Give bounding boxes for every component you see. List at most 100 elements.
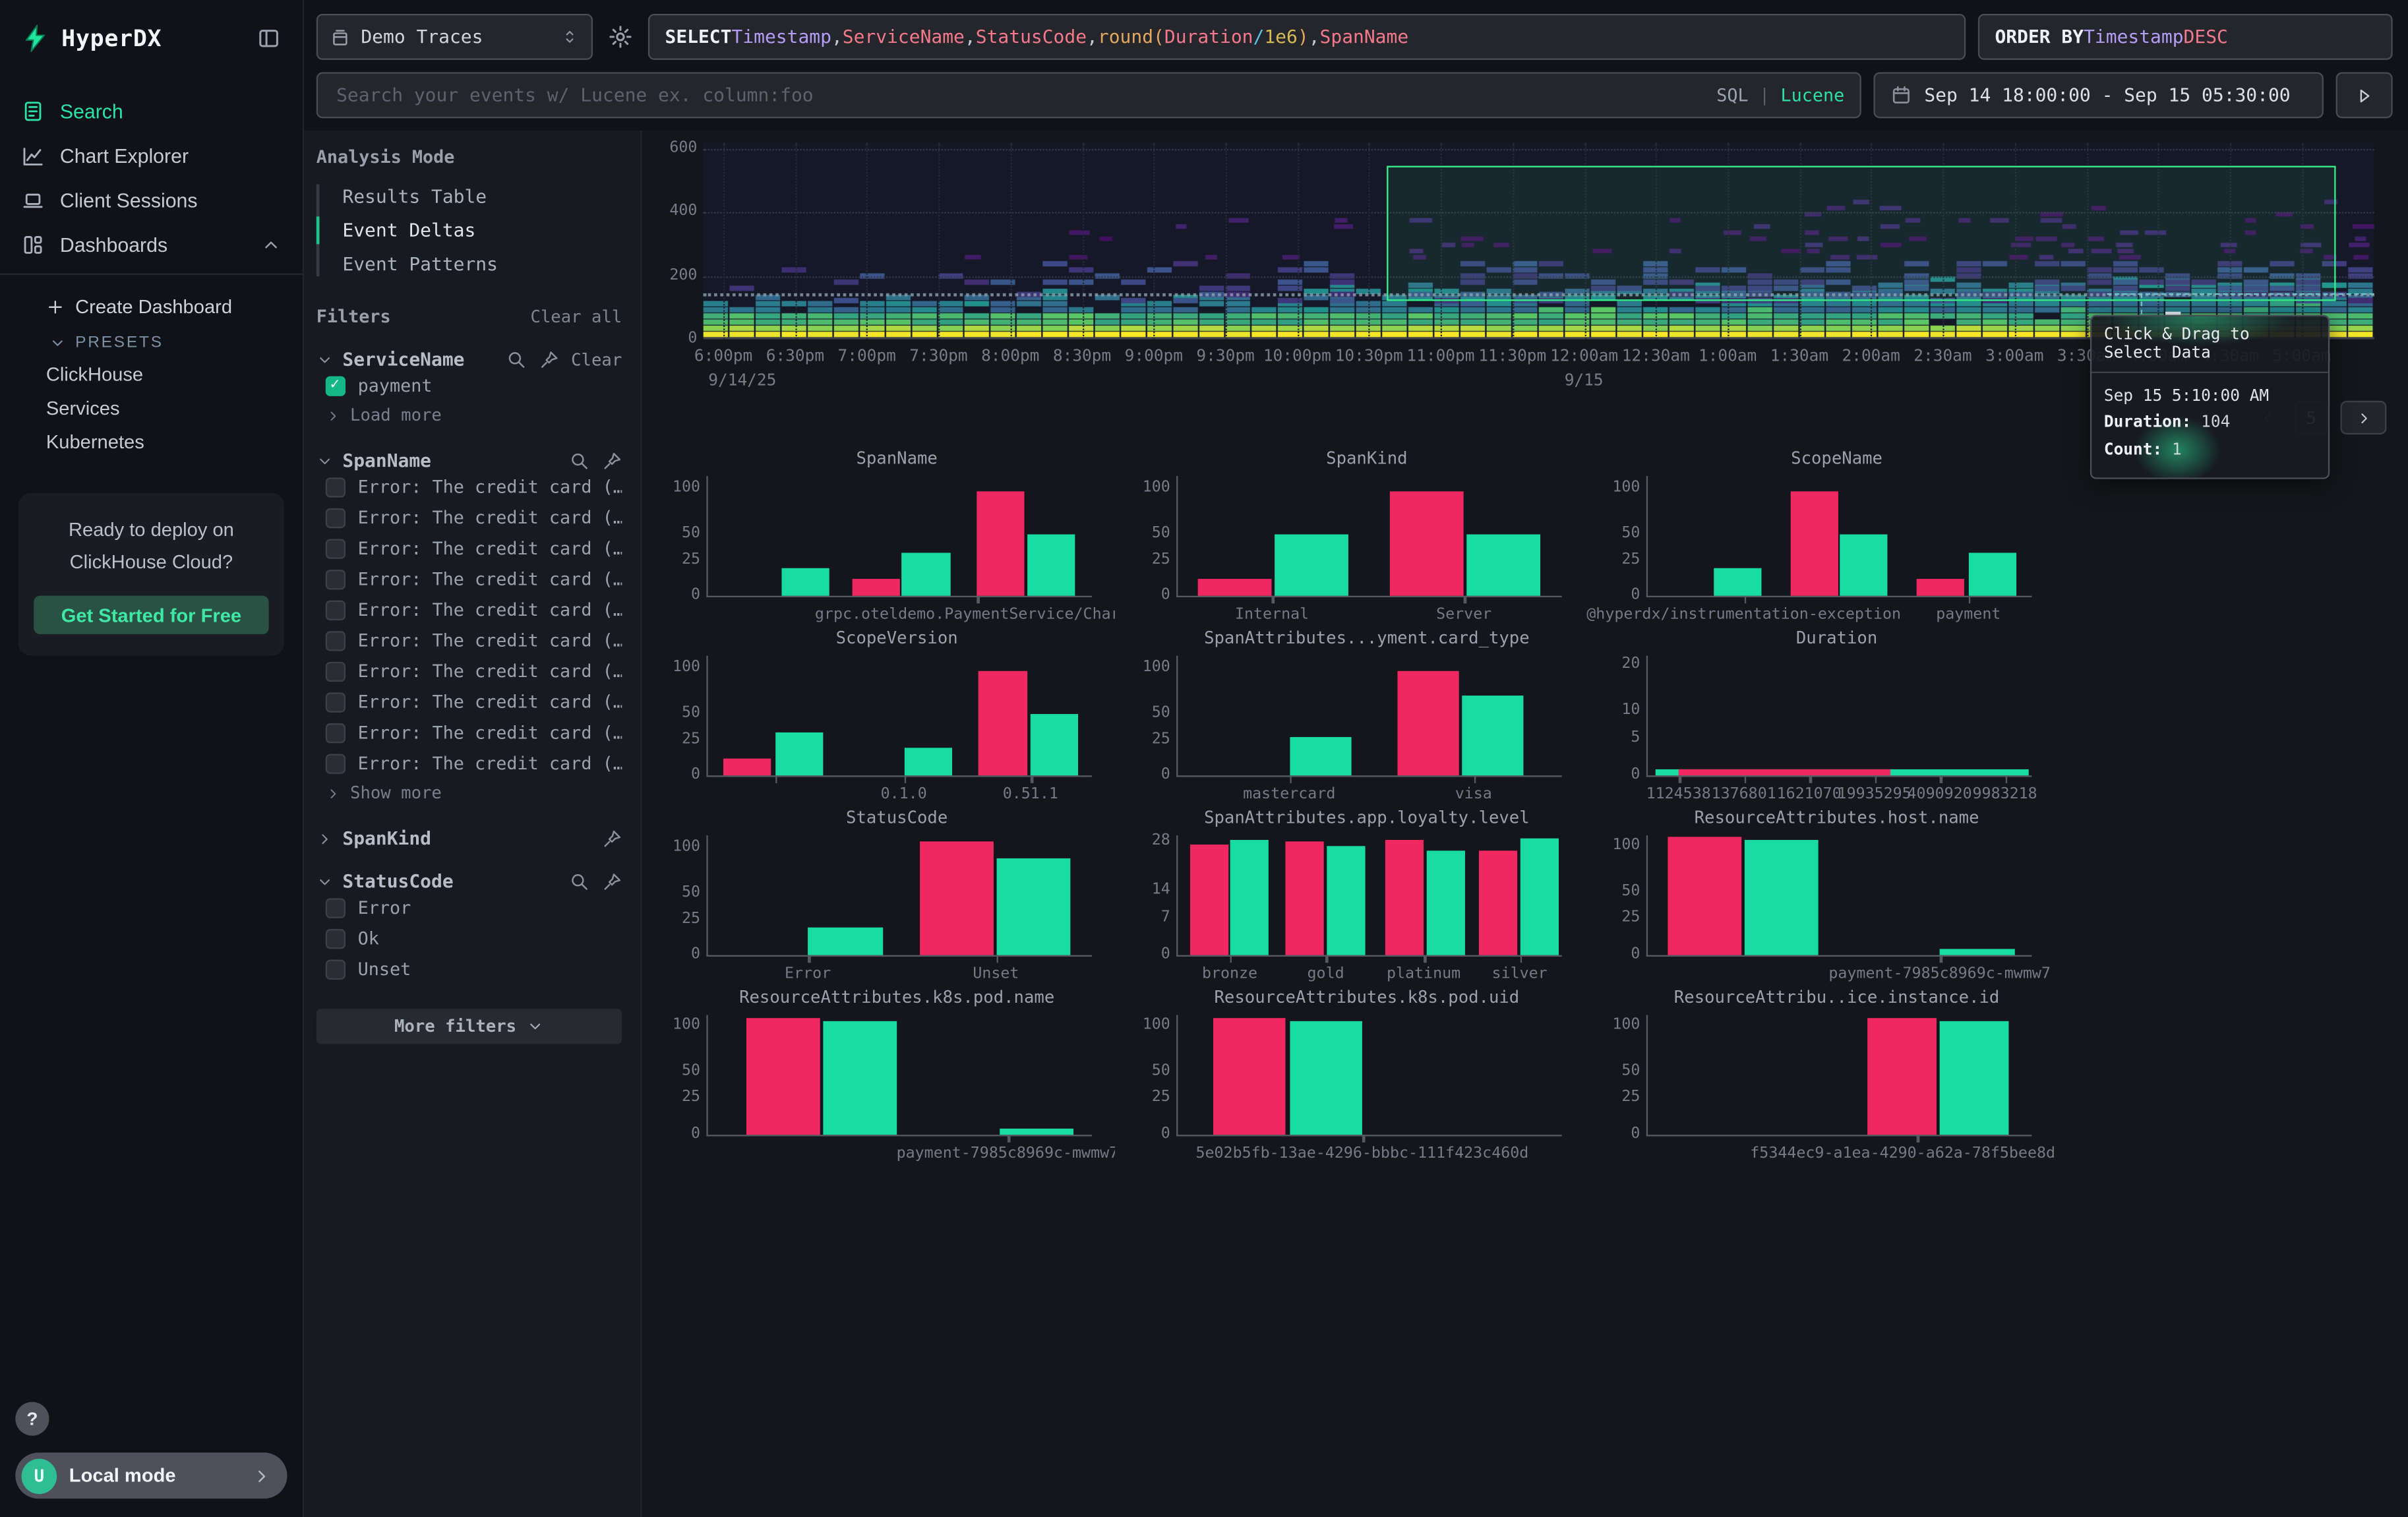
search-input[interactable] — [333, 83, 1704, 107]
search-icon[interactable] — [506, 349, 526, 369]
gear-icon[interactable] — [608, 24, 632, 49]
filter-option-error-the-credit-card-[interactable]: Error: The credit card (… — [316, 717, 622, 748]
filter-option-error[interactable]: Error — [316, 892, 622, 923]
time-range-picker[interactable]: Sep 14 18:00:00 - Sep 15 05:30:00 — [1873, 72, 2323, 118]
load-more-button[interactable]: Load more — [316, 401, 622, 429]
select-query-input[interactable]: SELECT Timestamp, ServiceName, StatusCod… — [648, 14, 1966, 60]
checkbox[interactable] — [326, 928, 346, 948]
x-axis-tick — [1008, 1135, 1009, 1143]
filter-option-error-the-credit-card-[interactable]: Error: The credit card (… — [316, 502, 622, 533]
checkbox[interactable] — [326, 630, 346, 650]
source-select[interactable]: Demo Traces — [316, 14, 593, 60]
filter-option-error-the-credit-card-[interactable]: Error: The credit card (… — [316, 533, 622, 564]
y-axis-label: 0 — [651, 946, 701, 963]
chevron-down-icon[interactable] — [316, 351, 334, 368]
chart-plot[interactable]: mastercardvisa — [1176, 656, 1562, 777]
filter-option-label: Unset — [358, 958, 411, 980]
filter-option-payment[interactable]: payment — [316, 370, 622, 401]
filter-option-error-the-credit-card-[interactable]: Error: The credit card (… — [316, 594, 622, 625]
chart-plot[interactable]: 0.1.00.51.1 — [706, 656, 1092, 777]
chart-plot[interactable]: payment-7985c8969c-mwmw7 — [1646, 835, 2032, 957]
run-query-button[interactable] — [2336, 72, 2393, 118]
sidebar-item-chart-explorer[interactable]: Chart Explorer — [0, 134, 303, 179]
chart-plot[interactable]: ErrorUnset — [706, 835, 1092, 957]
y-axis-label: 28 — [1121, 833, 1170, 850]
checkbox[interactable] — [326, 508, 346, 527]
help-button[interactable]: ? — [15, 1402, 49, 1435]
x-axis-label: gold — [1308, 966, 1344, 983]
filter-option-error-the-credit-card-[interactable]: Error: The credit card (… — [316, 748, 622, 779]
preset-item-clickhouse[interactable]: ClickHouse — [0, 358, 303, 392]
duration-heatmap[interactable] — [704, 143, 2374, 340]
clear-all-button[interactable]: Clear all — [530, 307, 622, 326]
checkbox[interactable] — [326, 375, 346, 395]
filter-group-name[interactable]: StatusCode — [342, 871, 453, 893]
lucene-mode-button[interactable]: Lucene — [1780, 84, 1844, 106]
filter-option-error-the-credit-card-[interactable]: Error: The credit card (… — [316, 625, 622, 656]
search-icon[interactable] — [570, 872, 589, 891]
filter-option-ok[interactable]: Ok — [316, 923, 622, 954]
get-started-button[interactable]: Get Started for Free — [34, 596, 268, 634]
filter-option-unset[interactable]: Unset — [316, 953, 622, 984]
chart-plot[interactable]: bronzegoldplatinumsilver — [1176, 835, 1562, 957]
x-axis-label: @hyperdx/instrumentation-exception — [1586, 607, 1901, 624]
time-selection-box[interactable] — [1387, 167, 2335, 301]
checkbox[interactable] — [326, 723, 346, 742]
chart-plot[interactable]: grpc.oteldemo.PaymentService/Charge — [706, 476, 1092, 597]
checkbox[interactable] — [326, 692, 346, 711]
chart-title: SpanAttributes.app.loyalty.level — [1173, 808, 1560, 827]
filter-option-error-the-credit-card-[interactable]: Error: The credit card (… — [316, 564, 622, 595]
heatmap-x-label: 8:00pm — [981, 347, 1039, 365]
chevron-right-icon[interactable] — [316, 830, 334, 847]
chart-plot[interactable]: 1124538137680116210701993529540909209983… — [1646, 656, 2032, 777]
sidebar-item-search[interactable]: Search — [0, 89, 303, 134]
analysis-mode-event-deltas[interactable]: Event Deltas — [316, 214, 622, 247]
chart-plot[interactable]: @hyperdx/instrumentation-exceptionpaymen… — [1646, 476, 2032, 597]
user-menu[interactable]: U Local mode — [15, 1452, 287, 1499]
chart-plot[interactable]: f5344ec9-a1ea-4290-a62a-78f5bee8d90b — [1646, 1015, 2032, 1137]
sidebar-item-dashboards[interactable]: Dashboards — [0, 223, 303, 268]
pin-icon[interactable] — [602, 872, 622, 891]
checkbox[interactable] — [326, 897, 346, 917]
chart-plot[interactable]: InternalServer — [1176, 476, 1562, 597]
analysis-mode-results-table[interactable]: Results Table — [316, 180, 622, 214]
red-bar — [977, 491, 1025, 596]
filter-group-name[interactable]: ServiceName — [342, 349, 464, 371]
checkbox[interactable] — [326, 538, 346, 558]
pin-icon[interactable] — [602, 829, 622, 848]
chevron-down-icon[interactable] — [316, 873, 334, 890]
chevron-down-icon[interactable] — [316, 452, 334, 469]
checkbox[interactable] — [326, 661, 346, 681]
analysis-mode-event-patterns[interactable]: Event Patterns — [316, 247, 622, 281]
checkbox[interactable] — [326, 477, 346, 496]
search-icon[interactable] — [570, 451, 589, 471]
y-axis-label: 50 — [651, 1063, 701, 1080]
checkbox[interactable] — [326, 753, 346, 773]
chart-plot[interactable]: payment-7985c8969c-mwmw7 — [706, 1015, 1092, 1137]
show-more-button[interactable]: Show more — [316, 779, 622, 806]
checkbox[interactable] — [326, 600, 346, 620]
order-by-input[interactable]: ORDER BY Timestamp DESC — [1978, 14, 2393, 60]
filter-option-error-the-credit-card-[interactable]: Error: The credit card (… — [316, 471, 622, 502]
checkbox[interactable] — [326, 959, 346, 979]
pin-icon[interactable] — [539, 349, 558, 369]
collapse-sidebar-icon[interactable] — [256, 26, 281, 51]
time-range-value: Sep 14 18:00:00 - Sep 15 05:30:00 — [1924, 84, 2290, 106]
filter-option-error-the-credit-card-[interactable]: Error: The credit card (… — [316, 656, 622, 687]
pin-icon[interactable] — [602, 451, 622, 471]
sql-mode-button[interactable]: SQL — [1716, 84, 1748, 106]
presets-toggle[interactable]: PRESETS — [0, 324, 303, 357]
filter-group-name[interactable]: SpanName — [342, 450, 431, 471]
more-filters-button[interactable]: More filters — [316, 1009, 622, 1044]
filter-option-label: Error: The credit card (… — [358, 722, 622, 744]
preset-item-services[interactable]: Services — [0, 392, 303, 425]
clear-group-button[interactable]: Clear — [571, 349, 622, 369]
chart-plot[interactable]: 5e02b5fb-13ae-4296-bbbc-111f423c460d — [1176, 1015, 1562, 1137]
next-page-button[interactable] — [2341, 401, 2387, 434]
create-dashboard-button[interactable]: Create Dashboard — [0, 290, 303, 324]
preset-item-kubernetes[interactable]: Kubernetes — [0, 425, 303, 459]
filter-option-error-the-credit-card-[interactable]: Error: The credit card (… — [316, 686, 622, 717]
filter-group-name[interactable]: SpanKind — [342, 827, 431, 849]
checkbox[interactable] — [326, 569, 346, 589]
sidebar-item-client-sessions[interactable]: Client Sessions — [0, 178, 303, 223]
